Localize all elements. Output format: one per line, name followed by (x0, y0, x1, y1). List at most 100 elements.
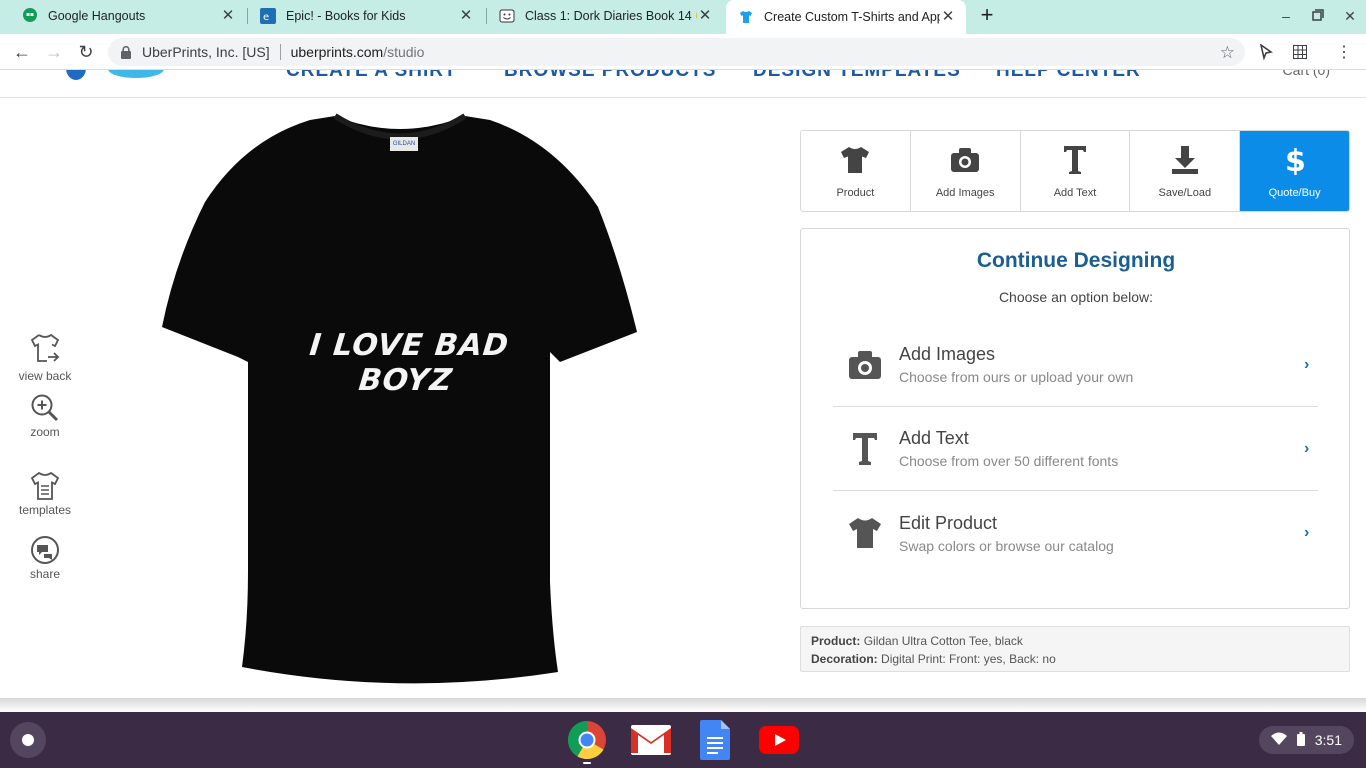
hangouts-icon (22, 8, 38, 24)
tab-product[interactable]: Product (801, 131, 911, 211)
templates-icon (30, 471, 60, 500)
browser-tabstrip: Google Hangouts ✕ e Epic! - Books for Ki… (0, 0, 1366, 34)
kebab-menu-icon[interactable]: ⋮ (1334, 42, 1354, 62)
zoom-icon (31, 394, 59, 422)
tshirt-icon (738, 9, 754, 25)
dollar-icon: $ (1280, 145, 1310, 175)
battery-icon (1296, 731, 1305, 749)
tab-title: Class 1: Dork Diaries Book 14 😀 (525, 8, 697, 23)
tab-title: Create Custom T-Shirts and Appa (764, 10, 940, 24)
docs-icon[interactable] (695, 720, 735, 760)
wifi-icon (1270, 732, 1287, 748)
close-icon[interactable]: ✕ (458, 8, 474, 24)
clock-time: 3:51 (1314, 732, 1342, 748)
nav-create-a-shirt[interactable]: CREATE A SHIRT (286, 70, 457, 82)
gmail-icon[interactable] (631, 720, 671, 760)
option-description: Swap colors or browse our catalog (899, 537, 1114, 554)
back-arrow-icon[interactable]: ← (11, 41, 33, 63)
card-subtitle: Choose an option below: (998, 289, 1154, 305)
site-owner-label: UberPrints, Inc. [US] (142, 44, 270, 60)
view-back-icon (30, 333, 60, 362)
tab-title: Google Hangouts (48, 9, 146, 23)
site-header: CREATE A SHIRT BROWSE PRODUCTS DESIGN TE… (0, 70, 1366, 98)
templates-label: templates (18, 503, 72, 517)
logo-swoosh (108, 70, 164, 78)
product-summary: Product: Gildan Ultra Cotton Tee, black … (800, 626, 1350, 672)
tshirt-icon (840, 145, 870, 175)
tab-add-text[interactable]: Add Text (1021, 131, 1131, 211)
chrome-icon[interactable] (567, 720, 607, 760)
omnibox-divider (279, 44, 281, 60)
tab-save-load-label: Save/Load (1158, 187, 1212, 199)
zoom-button[interactable]: zoom (10, 393, 80, 439)
camera-icon (950, 145, 980, 175)
text-t-icon (833, 432, 897, 466)
new-tab-button[interactable]: + (976, 4, 998, 27)
tshirt-preview[interactable] (160, 112, 640, 687)
cart-link[interactable]: Cart (0) (1283, 70, 1330, 78)
summary-product-value: Gildan Ultra Cotton Tee, black (863, 634, 1023, 648)
close-window-icon[interactable]: ✕ (1341, 7, 1359, 25)
tab-save-load[interactable]: Save/Load (1130, 131, 1241, 211)
option-edit-product[interactable]: Edit Product Swap colors or browse our c… (833, 491, 1318, 575)
cursor-extension-icon[interactable] (1256, 42, 1276, 62)
chevron-right-icon: › (1304, 439, 1310, 457)
close-icon[interactable]: ✕ (697, 8, 713, 24)
restore-icon[interactable] (1309, 7, 1327, 25)
summary-decoration-line: Decoration: Digital Print: Front: yes, B… (811, 650, 1339, 668)
summary-product-label: Product: (811, 634, 861, 648)
camera-icon (833, 350, 897, 380)
minimize-icon[interactable]: – (1277, 7, 1295, 25)
nav-help-center[interactable]: HELP CENTER (996, 70, 1141, 82)
url-path: /studio (383, 44, 425, 60)
nav-design-templates[interactable]: DESIGN TEMPLATES (753, 70, 961, 82)
tab-add-images[interactable]: Add Images (911, 131, 1021, 211)
tab-product-label: Product (836, 187, 875, 199)
nav-browse-products[interactable]: BROWSE PRODUCTS (504, 70, 716, 82)
uberprints-logo[interactable] (66, 70, 86, 80)
share-button[interactable]: share (10, 535, 80, 581)
option-add-images[interactable]: Add Images Choose from ours or upload yo… (833, 323, 1318, 407)
tab-google-hangouts[interactable]: Google Hangouts ✕ (10, 0, 246, 32)
browser-toolbar: ← → ↻ UberPrints, Inc. [US] uberprints.c… (0, 34, 1366, 70)
status-tray[interactable]: 3:51 (1258, 726, 1354, 754)
youtube-icon[interactable] (759, 720, 799, 760)
tab-uberprints[interactable]: Create Custom T-Shirts and Appa ✕ (726, 0, 966, 34)
url-host: uberprints.com (290, 44, 384, 60)
tab-epic[interactable]: e Epic! - Books for Kids ✕ (248, 0, 484, 32)
share-icon (31, 536, 59, 564)
text-t-icon (1060, 145, 1090, 175)
chromeos-shelf: 3:51 (0, 712, 1366, 768)
design-tool-tabs: Product Add Images Add Text Save/Load $ … (800, 130, 1350, 212)
shirt-tag-label: GILDAN (390, 137, 418, 151)
apps-grid-icon[interactable] (1290, 42, 1310, 62)
download-icon (1170, 145, 1200, 175)
tab-quote-buy[interactable]: $ Quote/Buy (1240, 131, 1349, 211)
option-title: Add Images (899, 344, 996, 364)
tshirt-icon (833, 517, 897, 549)
shirt-print-text[interactable]: I LOVE BAD BOYZ (281, 328, 533, 398)
active-app-indicator (583, 762, 591, 764)
option-add-text[interactable]: Add Text Choose from over 50 different f… (833, 407, 1318, 491)
reload-icon[interactable]: ↻ (75, 41, 97, 63)
view-back-button[interactable]: view back (10, 333, 80, 383)
tab-add-text-label: Add Text (1053, 187, 1097, 199)
launcher-icon (22, 734, 34, 746)
close-icon[interactable]: ✕ (220, 8, 236, 24)
address-bar[interactable]: UberPrints, Inc. [US] uberprints.com/stu… (108, 38, 1245, 66)
option-title: Edit Product (899, 512, 998, 533)
close-icon[interactable]: ✕ (940, 9, 956, 25)
svg-text:$: $ (1285, 145, 1305, 175)
lock-icon (120, 45, 132, 59)
templates-button[interactable]: templates (10, 471, 80, 517)
tab-dork-diaries[interactable]: Class 1: Dork Diaries Book 14 😀 ✕ (487, 0, 723, 32)
option-title: Add Text (899, 428, 969, 448)
bookmark-star-icon[interactable]: ☆ (1220, 43, 1235, 63)
tab-title: Epic! - Books for Kids (286, 9, 406, 23)
option-description: Choose from over 50 different fonts (899, 453, 1119, 469)
page-bottom-shadow (0, 698, 1366, 712)
forward-arrow-icon[interactable]: → (43, 41, 65, 63)
tshirt-body (162, 116, 637, 684)
launcher-button[interactable] (10, 722, 46, 758)
chevron-right-icon: › (1304, 524, 1310, 541)
